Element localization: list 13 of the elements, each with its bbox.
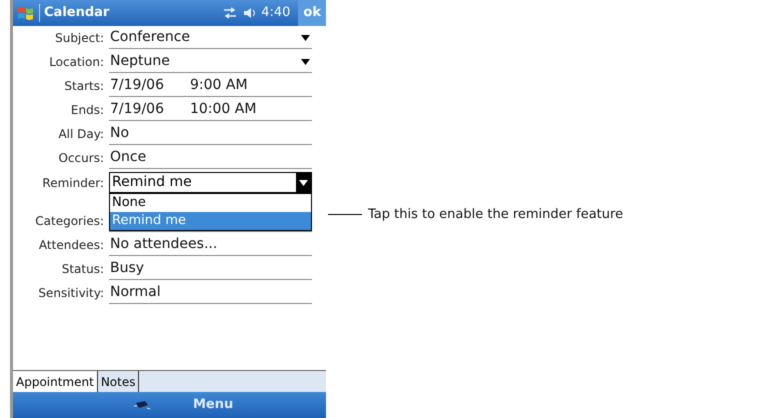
field-label: Location: <box>48 54 105 71</box>
field-label: All Day: <box>57 126 105 143</box>
field-label: Starts: <box>63 78 105 95</box>
field-label: Status: <box>60 261 105 278</box>
field-label: Reminder: <box>41 174 105 192</box>
window-title: Calendar <box>44 4 110 22</box>
field-label: Sensitivity: <box>37 285 105 302</box>
field-label: Categories: <box>34 213 105 230</box>
callout-text: Tap this to enable the reminder feature <box>368 206 624 224</box>
field-label: Subject: <box>54 30 105 47</box>
field-label: Ends: <box>70 102 105 119</box>
field-label: Attendees: <box>38 237 105 254</box>
field-label: Occurs: <box>58 150 105 167</box>
